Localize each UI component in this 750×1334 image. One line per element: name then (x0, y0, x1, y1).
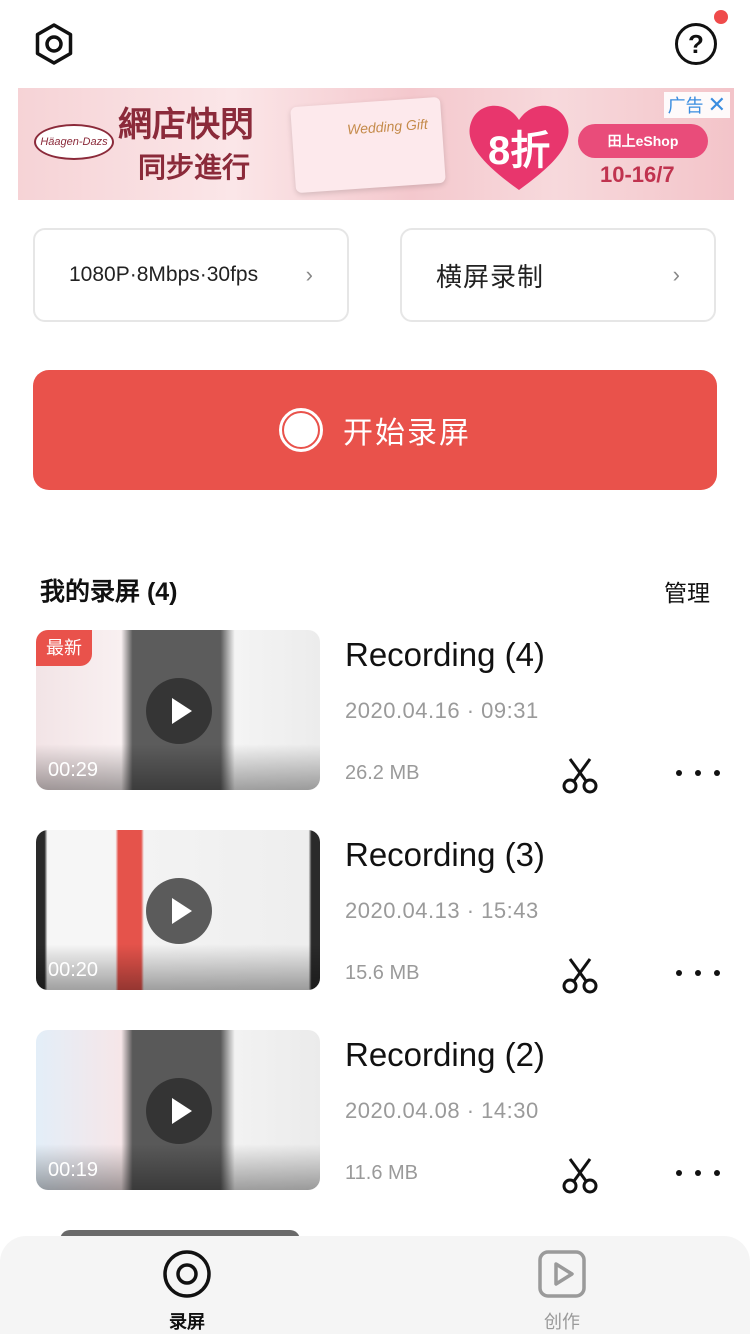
ad-headline: 網店快閃 (118, 105, 254, 145)
record-icon (279, 408, 323, 452)
recording-date: 2020.04.08 · 14:30 (345, 1098, 539, 1123)
recording-title: Recording (2) (345, 1036, 545, 1073)
play-icon[interactable] (146, 678, 212, 744)
chevron-right-icon: › (305, 262, 313, 287)
tab-bar: 录屏 创作 (0, 1236, 750, 1334)
recording-date: 2020.04.13 · 15:43 (345, 898, 539, 923)
help-button[interactable]: ? (672, 20, 720, 68)
quality-selector[interactable]: 1080P·8Mbps·30fps › (33, 228, 349, 322)
tab-create-label: 创作 (544, 1312, 580, 1332)
start-recording-button[interactable]: 开始录屏 (33, 370, 717, 490)
help-icon: ? (675, 23, 717, 65)
chevron-right-icon: › (672, 262, 680, 287)
duration-label: 00:29 (48, 759, 99, 781)
create-tab-icon (538, 1250, 586, 1298)
ad-tag: 广告 ✕ (663, 92, 730, 118)
recording-title: Recording (3) (345, 836, 545, 873)
close-icon[interactable]: ✕ (708, 92, 726, 118)
video-thumbnail[interactable]: 00:19 (36, 1030, 320, 1190)
scissors-icon[interactable] (558, 754, 602, 798)
settings-icon[interactable] (30, 20, 78, 68)
help-glyph: ? (688, 28, 704, 59)
notification-dot (714, 10, 728, 24)
recording-title: Recording (4) (345, 636, 545, 673)
settings-hexagon-icon (35, 23, 73, 65)
ad-tag-label: 广告 (667, 96, 704, 116)
more-icon[interactable] (676, 958, 720, 988)
recording-size: 26.2 MB (345, 762, 420, 784)
manage-button[interactable]: 管理 (664, 574, 710, 608)
tab-create[interactable]: 创作 (502, 1248, 622, 1334)
scissors-icon[interactable] (558, 954, 602, 998)
section-title: 我的录屏 (4) (40, 578, 178, 606)
ad-discount: 8折 (488, 129, 551, 173)
scissors-icon[interactable] (558, 1154, 602, 1198)
video-thumbnail[interactable]: 00:20 (36, 830, 320, 990)
new-badge: 最新 (36, 630, 92, 666)
play-icon[interactable] (146, 1078, 212, 1144)
recording-size: 15.6 MB (345, 962, 420, 984)
top-bar: ? (0, 0, 750, 88)
list-item[interactable]: 00:20 Recording (3) 2020.04.13 · 15:43 1… (0, 830, 750, 994)
ad-banner[interactable]: Häagen-Dazs 網店快閃 同步進行 Wedding Gift 8折 田上… (18, 88, 734, 200)
orientation-selector[interactable]: 横屏录制 › (400, 228, 716, 322)
ad-date: 10-16/7 (600, 162, 675, 187)
tab-record-label: 录屏 (169, 1312, 205, 1332)
more-icon[interactable] (676, 758, 720, 788)
ad-subline: 同步進行 (138, 151, 251, 184)
orientation-label: 横屏录制 (436, 261, 545, 292)
video-thumbnail[interactable]: 00:29 最新 (36, 630, 320, 790)
recording-size: 11.6 MB (345, 1162, 418, 1184)
tab-record[interactable]: 录屏 (127, 1248, 247, 1334)
quality-label: 1080P·8Mbps·30fps (69, 263, 259, 286)
ad-gift-card: Wedding Gift (290, 96, 446, 194)
start-recording-label: 开始录屏 (343, 417, 471, 450)
more-icon[interactable] (676, 1158, 720, 1188)
ad-shop-badge: 田上eShop (578, 124, 708, 158)
duration-label: 00:19 (48, 1159, 99, 1181)
record-tab-icon (163, 1250, 211, 1298)
list-item[interactable]: 00:19 Recording (2) 2020.04.08 · 14:30 1… (0, 1030, 750, 1194)
recording-date: 2020.04.16 · 09:31 (345, 698, 539, 723)
ad-card-text: Wedding Gift (346, 115, 429, 138)
play-icon[interactable] (146, 878, 212, 944)
duration-label: 00:20 (48, 959, 99, 981)
list-item[interactable]: 00:29 最新 Recording (4) 2020.04.16 · 09:3… (0, 630, 750, 794)
ad-brand-logo: Häagen-Dazs (34, 124, 114, 160)
